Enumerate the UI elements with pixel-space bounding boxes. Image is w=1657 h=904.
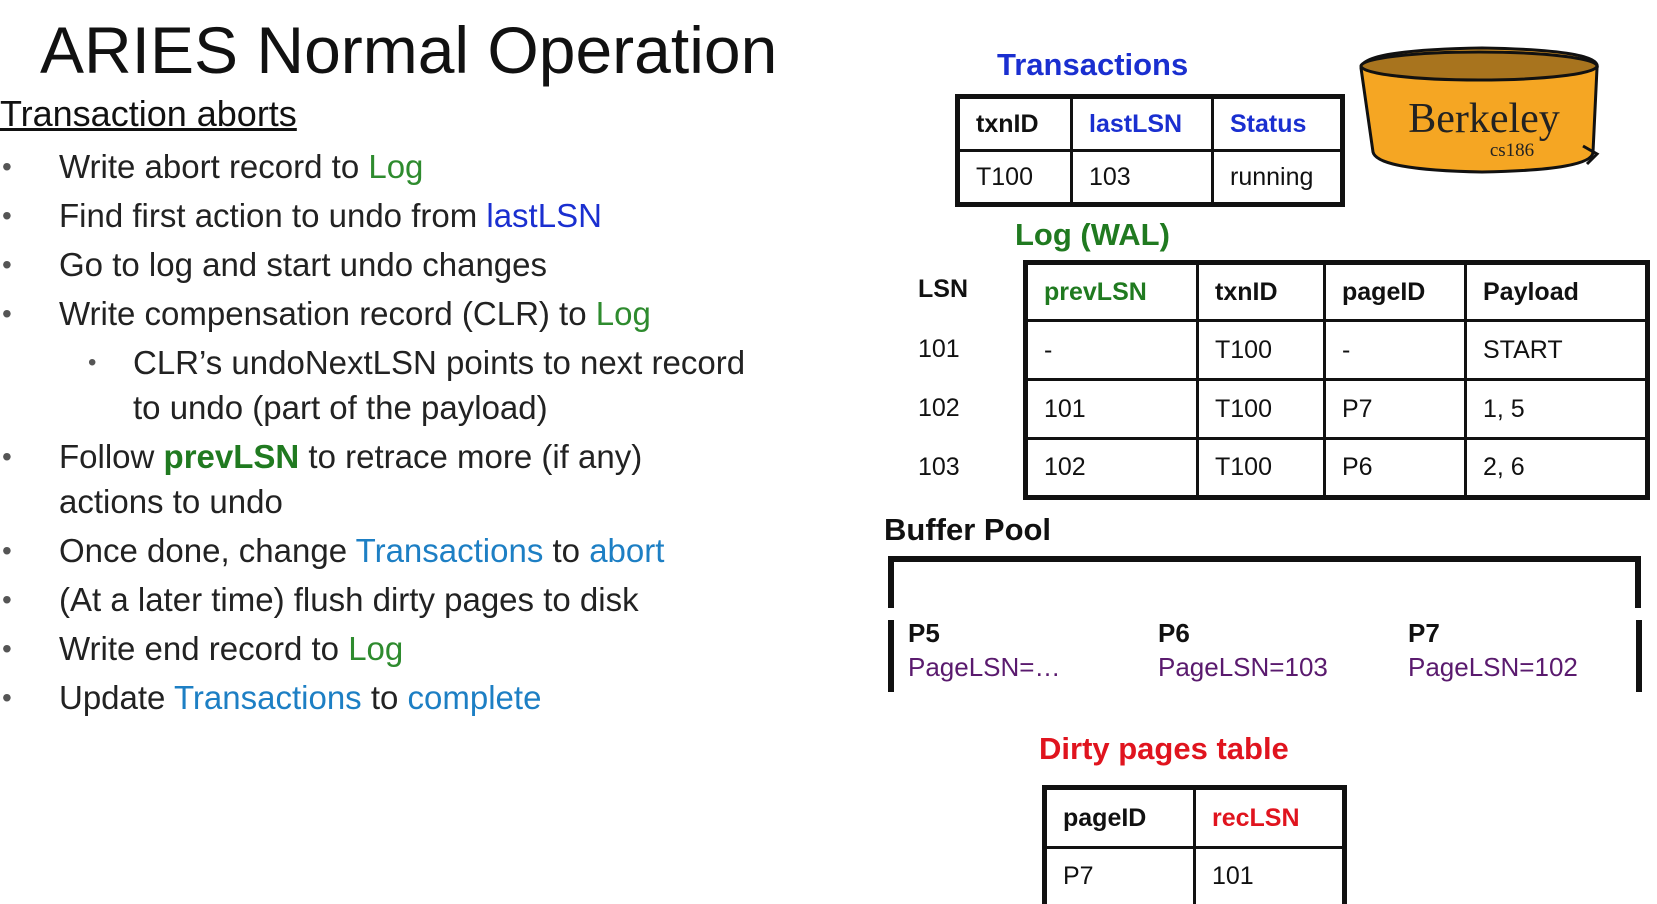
table-header-row: txnID lastLSN Status [956,95,1344,152]
dirty-pages-title: Dirty pages table [1039,731,1289,766]
buffer-pool-title: Buffer Pool [884,512,1052,547]
bullet-highlight: abort [589,532,665,569]
table-cell: - [1024,319,1199,381]
table-cell: 1, 5 [1464,378,1649,440]
bullet-item: Once done, change Transactions to abort [0,528,860,573]
bullet-text: Go to log and start undo changes [59,246,548,283]
bullet-list: Write abort record to Log Find first act… [0,144,860,720]
table-cell: P6 [1323,437,1467,499]
buffer-page: P5 PageLSN=… [908,616,1060,684]
table-cell: P7 [1323,378,1467,440]
bullet-text: Follow [59,438,164,475]
lsn-header: LSN [918,275,968,303]
table-cell: 101 [1193,846,1346,904]
page-id: P6 [1158,618,1190,648]
table-header-cell: Status [1211,95,1344,152]
transactions-table: txnID lastLSN Status T100 103 running [955,94,1345,207]
page-lsn: PageLSN=102 [1408,652,1578,682]
bullet-highlight: complete [407,679,542,716]
page-lsn: PageLSN=103 [1158,652,1328,682]
table-header-row: prevLSN txnID pageID Payload [1024,261,1649,322]
bullet-item: Go to log and start undo changes [0,242,860,287]
bullet-text: to [361,679,408,716]
buffer-pool-edge [1636,620,1642,692]
lsn-value: 101 [918,335,960,363]
bullet-highlight: Transactions [355,532,544,569]
bullet-item: Follow prevLSN to retrace more (if any) … [0,434,860,524]
bullet-item: Write abort record to Log [0,144,860,189]
bullet-item: Update Transactions to complete [0,675,860,720]
table-row: 101 T100 P7 1, 5 [1024,378,1649,440]
table-row: P7 101 [1043,846,1346,904]
table-header-cell: prevLSN [1024,261,1199,322]
table-cell: P7 [1043,846,1196,904]
bullet-text: actions to undo [59,483,283,520]
table-cell: T100 [1196,378,1326,440]
badge-text: Berkeley [1408,96,1560,142]
bullet-highlight: Transactions [173,679,362,716]
bullet-text: to retrace more (if any) [299,438,643,475]
table-cell: T100 [956,149,1073,206]
slide-title: ARIES Normal Operation [40,13,778,87]
table-cell: - [1323,319,1467,381]
page-lsn: PageLSN=… [908,652,1061,682]
buffer-page: P6 PageLSN=103 [1158,616,1328,684]
table-header-cell: pageID [1323,261,1467,322]
table-row: - T100 - START [1024,319,1649,381]
table-cell: 2, 6 [1464,437,1649,499]
table-header-cell: txnID [1196,261,1326,322]
table-cell: 103 [1070,149,1214,206]
bullet-text: CLR’s undoNextLSN points to next record [133,344,746,381]
bullet-text: Write end record to [59,630,349,667]
page-id: P5 [908,618,940,648]
table-cell: T100 [1196,437,1326,499]
bullet-highlight: Log [368,148,424,185]
lsn-value: 103 [918,453,960,481]
bullet-text: to undo (part of the payload) [133,389,548,426]
page-id: P7 [1408,618,1440,648]
table-header-cell: txnID [956,95,1073,152]
dirty-pages-table: pageID recLSN P7 101 [1042,785,1347,904]
bullet-item: Find first action to undo from lastLSN [0,193,860,238]
table-header-cell: recLSN [1193,786,1346,849]
transactions-title: Transactions [997,47,1189,82]
sub-bullet-item: CLR’s undoNextLSN points to next record … [0,340,860,430]
bullet-highlight: prevLSN [163,438,300,475]
bullet-highlight: lastLSN [486,197,602,234]
table-header-cell: lastLSN [1070,95,1214,152]
table-header-cell: pageID [1043,786,1196,849]
bullet-item: Write compensation record (CLR) to Log [0,291,860,336]
buffer-pool-edge [888,620,894,692]
bullet-highlight: Log [348,630,404,667]
buffer-page: P7 PageLSN=102 [1408,616,1578,684]
badge-course: cs186 [1490,140,1534,161]
section-heading: Transaction aborts [0,93,297,134]
table-cell: running [1211,149,1344,206]
table-header-row: pageID recLSN [1043,786,1346,849]
berkeley-logo: Berkeley cs186 [1359,46,1600,174]
bullet-text: Find first action to undo from [59,197,487,234]
bullet-text: Once done, change [59,532,356,569]
table-cell: T100 [1196,319,1326,381]
lsn-value: 102 [918,394,960,422]
log-title: Log (WAL) [1015,217,1170,252]
bullet-text: Write compensation record (CLR) to [59,295,596,332]
bullet-item: Write end record to Log [0,626,860,671]
bullet-text: to [543,532,590,569]
bullet-text: Update [59,679,174,716]
bullet-text: Write abort record to [59,148,369,185]
bullet-highlight: Log [595,295,651,332]
table-header-cell: Payload [1464,261,1649,322]
table-cell: 101 [1024,378,1199,440]
log-table: prevLSN txnID pageID Payload - T100 - ST… [1023,260,1650,500]
table-cell: START [1464,319,1649,381]
table-row: 102 T100 P6 2, 6 [1024,437,1649,499]
table-row: T100 103 running [956,149,1344,206]
bullet-item: (At a later time) flush dirty pages to d… [0,577,860,622]
bullet-text: (At a later time) flush dirty pages to d… [59,581,639,618]
table-cell: 102 [1024,437,1199,499]
